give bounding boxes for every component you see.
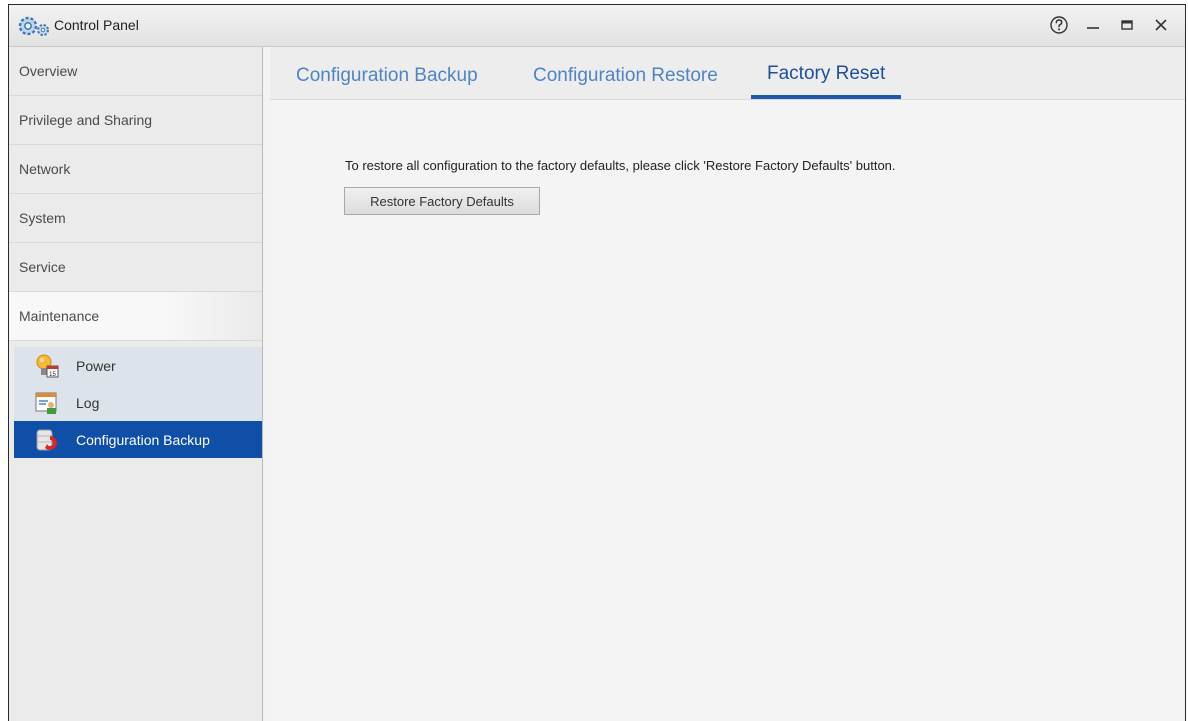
sidebar-item-maintenance[interactable]: Maintenance — [9, 292, 262, 341]
tab-configuration-restore[interactable]: Configuration Restore — [517, 47, 734, 99]
sidebar-item-network[interactable]: Network — [9, 145, 262, 194]
main-panel: Configuration Backup Configuration Resto… — [270, 47, 1185, 721]
tab-bar: Configuration Backup Configuration Resto… — [270, 47, 1185, 100]
subnav-item-power[interactable]: 15 Power — [14, 347, 262, 384]
subnav-item-power-label: Power — [76, 357, 116, 374]
log-icon — [34, 390, 60, 416]
window-controls — [1049, 13, 1171, 37]
tab-configuration-backup[interactable]: Configuration Backup — [280, 47, 494, 99]
power-bulb-icon: 15 — [34, 353, 60, 379]
subnav-item-configuration-backup[interactable]: Configuration Backup — [14, 421, 262, 458]
svg-text:15: 15 — [49, 372, 56, 378]
subnav-item-log-label: Log — [76, 394, 100, 411]
configuration-backup-icon — [34, 427, 60, 453]
factory-reset-instructions: To restore all configuration to the fact… — [345, 158, 896, 173]
maintenance-subnav: 15 Power Log Configuration Backup — [14, 347, 262, 458]
sidebar-item-overview[interactable]: Overview — [9, 47, 262, 96]
minimize-icon[interactable] — [1083, 15, 1103, 35]
maximize-icon[interactable] — [1117, 15, 1137, 35]
tab-factory-reset[interactable]: Factory Reset — [751, 47, 902, 99]
sidebar: Overview Privilege and Sharing Network S… — [9, 47, 263, 721]
sidebar-item-system[interactable]: System — [9, 194, 262, 243]
control-panel-window: Control Panel Overview Privilege and Sha… — [8, 4, 1186, 721]
sidebar-item-service[interactable]: Service — [9, 243, 262, 292]
restore-factory-defaults-button[interactable]: Restore Factory Defaults — [344, 187, 540, 215]
title-bar[interactable]: Control Panel — [9, 5, 1185, 47]
close-icon[interactable] — [1151, 15, 1171, 35]
control-panel-gears-icon — [18, 16, 49, 36]
help-icon[interactable] — [1049, 15, 1069, 35]
subnav-item-log[interactable]: Log — [14, 384, 262, 421]
subnav-item-configuration-backup-label: Configuration Backup — [76, 431, 210, 448]
window-title: Control Panel — [54, 17, 139, 33]
sidebar-item-privilege-and-sharing[interactable]: Privilege and Sharing — [9, 96, 262, 145]
